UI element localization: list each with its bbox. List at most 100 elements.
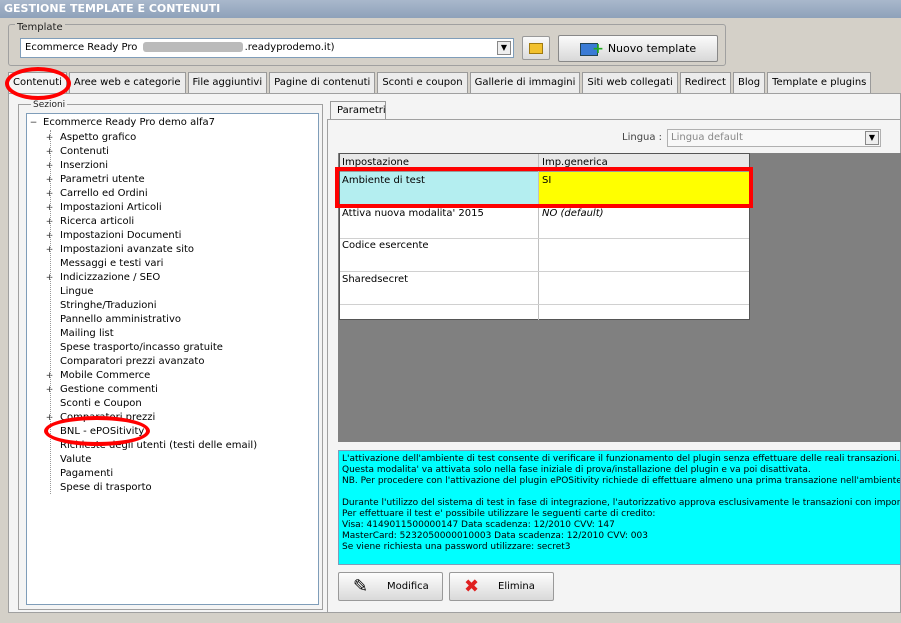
help-text-line: NB. Per procedere con l'attivazione del … (342, 476, 901, 486)
tree-item-label: Pannello amministrativo (60, 314, 182, 325)
tree-root[interactable]: − Ecommerce Ready Pro demo alfa7 (29, 116, 215, 130)
tree-item[interactable]: Pagamenti (45, 467, 113, 481)
language-select[interactable]: Lingua default ▼ (667, 129, 881, 147)
delete-x-icon: ✖ (464, 576, 480, 597)
tree-item[interactable]: + Mobile Commerce (45, 369, 151, 383)
tree-item[interactable]: + Ricerca articoli (45, 215, 134, 229)
tree-item-label: Impostazioni avanzate sito (60, 244, 195, 255)
template-legend: Template (15, 22, 65, 33)
tree-item[interactable]: Messaggi e testi vari (45, 257, 163, 271)
tree-item-label: Mobile Commerce (60, 370, 151, 381)
chevron-down-icon[interactable]: ▼ (497, 41, 511, 55)
tree-item[interactable]: + Impostazioni avanzate sito (45, 243, 194, 257)
tab-pagine-contenuti[interactable]: Pagine di contenuti (269, 72, 376, 93)
tree-item[interactable]: + Carrello ed Ordini (45, 187, 148, 201)
tree-item[interactable]: Comparatori prezzi avanzato (45, 355, 204, 369)
tab-siti-collegati[interactable]: Siti web collegati (582, 72, 678, 93)
tree-item-label: Indicizzazione / SEO (60, 272, 161, 283)
tab-blog[interactable]: Blog (732, 72, 766, 93)
tab-parametri[interactable]: Parametri (330, 101, 386, 120)
tree-item-label: Lingue (60, 286, 94, 297)
tree-item[interactable]: Mailing list (45, 327, 114, 341)
tree-item-label: Mailing list (60, 328, 114, 339)
highlight-oval-contenuti (5, 67, 71, 100)
tree-item[interactable]: Pannello amministrativo (45, 313, 181, 327)
tree-item-label: Valute (60, 454, 92, 465)
pencil-icon: ✎ (353, 576, 369, 597)
edit-label: Modifica (387, 581, 429, 592)
sections-tree[interactable]: − Ecommerce Ready Pro demo alfa7 + Aspetto … (26, 113, 319, 605)
tree-item[interactable]: + Contenuti (45, 145, 109, 159)
chevron-down-icon[interactable]: ▼ (865, 131, 879, 145)
tree-root-label: Ecommerce Ready Pro demo alfa7 (43, 117, 216, 128)
redacted-host (142, 42, 243, 52)
help-text-line: Se viene richiesta una password utilizza… (342, 542, 571, 552)
highlight-oval-bnl (44, 416, 150, 446)
tree-item[interactable]: + Parametri utente (45, 173, 145, 187)
tree-item-label: Contenuti (60, 146, 109, 157)
tree-item[interactable]: + Gestione commenti (45, 383, 158, 397)
tree-item[interactable]: + Impostazioni Articoli (45, 201, 162, 215)
help-text-line (342, 487, 897, 498)
tree-item[interactable]: Spese di trasporto (45, 481, 152, 495)
tab-sconti-coupon[interactable]: Sconti e coupon (377, 72, 468, 93)
template-select-suffix: .readyprodemo.it) (244, 42, 335, 53)
tree-item-label: Messaggi e testi vari (60, 258, 164, 269)
param-name-sharedsecret[interactable]: Sharedsecret (342, 274, 408, 285)
template-select-prefix: Ecommerce Ready Pro (25, 42, 138, 53)
help-text-line: Visa: 4149011500000147 Data scadenza: 12… (342, 520, 615, 530)
tab-file-aggiuntivi[interactable]: File aggiuntivi (187, 72, 268, 93)
tree-item-label: Aspetto grafico (60, 132, 137, 143)
window-title: GESTIONE TEMPLATE E CONTENUTI (0, 0, 901, 18)
tab-redirect[interactable]: Redirect (679, 72, 731, 93)
help-text-line: Questa modalita' va attivata solo nella … (342, 465, 811, 475)
tree-item[interactable]: + Aspetto grafico (45, 131, 136, 145)
tree-item-label: Pagamenti (60, 468, 114, 479)
delete-button[interactable]: ✖ Elimina (449, 572, 554, 601)
tree-item-label: Sconti e Coupon (60, 398, 142, 409)
edit-button[interactable]: ✎ Modifica (338, 572, 443, 601)
open-folder-button[interactable] (522, 36, 550, 60)
tab-gallerie[interactable]: Gallerie di immagini (469, 72, 581, 93)
language-label: Lingua : (622, 132, 663, 143)
delete-label: Elimina (498, 581, 535, 592)
tree-item-label: Impostazioni Documenti (60, 230, 182, 241)
tree-item[interactable]: Spese trasporto/incasso gratuite (45, 341, 223, 355)
help-text-line: L'attivazione dell'ambiente di test cons… (342, 454, 900, 464)
tree-item[interactable]: Sconti e Coupon (45, 397, 142, 411)
param-value-nuova-modalita[interactable]: NO (default) (542, 208, 604, 219)
param-name-nuova-modalita[interactable]: Attiva nuova modalita' 2015 (342, 208, 484, 219)
tree-item[interactable]: + Impostazioni Documenti (45, 229, 182, 243)
highlight-box-ambiente-test (335, 167, 753, 208)
row-divider (340, 304, 749, 305)
tree-item-label: Inserzioni (60, 160, 109, 171)
help-text-line: MasterCard: 5232050000010003 Data scaden… (342, 531, 648, 541)
template-select[interactable]: Ecommerce Ready Pro .readyprodemo.it) ▼ (20, 38, 514, 58)
tree-item-label: Spese di trasporto (60, 482, 152, 493)
tree-item-label: Spese trasporto/incasso gratuite (60, 342, 223, 353)
new-template-icon (579, 37, 604, 62)
row-divider (340, 238, 749, 239)
new-template-button[interactable]: Nuovo template (558, 35, 718, 62)
help-text-line: Durante l'utilizzo del sistema di test i… (342, 498, 901, 508)
tab-template-plugins[interactable]: Template e plugins (767, 72, 872, 93)
tab-aree-web[interactable]: Aree web e categorie (68, 72, 186, 93)
tree-item-label: Stringhe/Traduzioni (60, 300, 157, 311)
tree-item[interactable]: + Indicizzazione / SEO (45, 271, 161, 285)
sections-legend: Sezioni (31, 100, 68, 110)
tree-item-label: Impostazioni Articoli (60, 202, 162, 213)
help-text-box: L'attivazione dell'ambiente di test cons… (338, 450, 901, 565)
tree-item[interactable]: Stringhe/Traduzioni (45, 299, 157, 313)
tree-item-label: Carrello ed Ordini (60, 188, 148, 199)
language-value: Lingua default (671, 132, 743, 143)
tree-item-label: Gestione commenti (60, 384, 158, 395)
tree-item[interactable]: + Inserzioni (45, 159, 108, 173)
tree-item[interactable]: Valute (45, 453, 91, 467)
collapse-icon[interactable]: − (29, 119, 38, 128)
param-name-codice-esercente[interactable]: Codice esercente (342, 240, 429, 251)
row-divider (340, 271, 749, 272)
tree-item-label: Parametri utente (60, 174, 145, 185)
folder-icon (529, 42, 543, 54)
tree-item[interactable]: Lingue (45, 285, 94, 299)
tree-item-label: Ricerca articoli (60, 216, 135, 227)
